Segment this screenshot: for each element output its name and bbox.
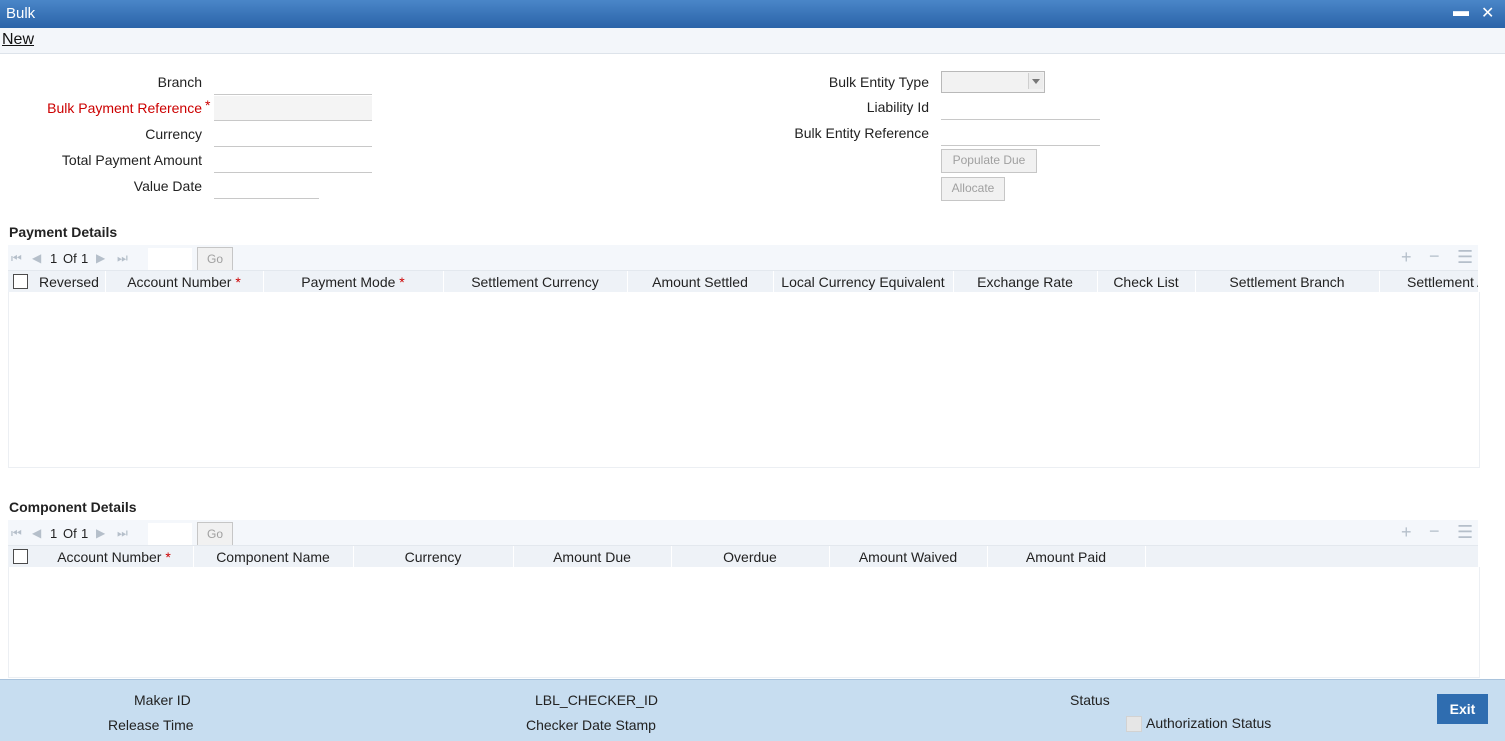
column-account-number[interactable]: Account Number * bbox=[105, 271, 264, 293]
footer-bar: Maker ID Release Time LBL_CHECKER_ID Che… bbox=[0, 679, 1505, 741]
window-titlebar: Bulk ▬ ✕ bbox=[0, 0, 1505, 28]
payment-details-grid bbox=[8, 292, 1480, 468]
pager-total: 1 bbox=[81, 251, 89, 266]
column-settlement-branch[interactable]: Settlement Branch bbox=[1195, 271, 1380, 293]
column-amount-paid[interactable]: Amount Paid bbox=[987, 546, 1146, 568]
bulk-payment-reference-label: Bulk Payment Reference bbox=[47, 100, 202, 116]
status-label: Status bbox=[1070, 692, 1110, 708]
payment-details-title: Payment Details bbox=[9, 224, 118, 240]
required-mark: * bbox=[399, 274, 405, 290]
total-payment-amount-label: Total Payment Amount bbox=[61, 152, 202, 168]
currency-label: Currency bbox=[145, 126, 202, 142]
single-view-icon[interactable]: ☰ bbox=[1457, 247, 1473, 268]
column-account-number-label: Account Number bbox=[57, 549, 162, 565]
minimize-icon[interactable]: ▬ bbox=[1453, 3, 1469, 21]
next-page-icon[interactable]: ▶ bbox=[96, 251, 105, 265]
delete-row-icon[interactable]: − bbox=[1429, 246, 1440, 267]
authorization-status-label: Authorization Status bbox=[1146, 715, 1272, 731]
column-amount-settled[interactable]: Amount Settled bbox=[627, 271, 774, 293]
pager-of: Of bbox=[63, 526, 77, 541]
currency-input[interactable] bbox=[214, 122, 372, 147]
last-page-icon[interactable]: ⏭ bbox=[117, 251, 128, 266]
checker-date-stamp-label: Checker Date Stamp bbox=[526, 717, 656, 733]
column-settlement-account[interactable]: Settlement A bbox=[1379, 271, 1478, 293]
column-settlement-currency[interactable]: Settlement Currency bbox=[443, 271, 628, 293]
required-mark: * bbox=[165, 549, 171, 565]
page-number-input[interactable] bbox=[148, 523, 192, 546]
next-page-icon[interactable]: ▶ bbox=[96, 526, 105, 540]
pager-current: 1 bbox=[50, 526, 58, 541]
first-page-icon[interactable]: ⏮ bbox=[11, 251, 22, 266]
pager-current: 1 bbox=[50, 251, 58, 266]
go-button[interactable]: Go bbox=[197, 247, 233, 271]
new-menu-item[interactable]: New bbox=[2, 31, 34, 49]
column-account-number[interactable]: Account Number * bbox=[35, 546, 194, 568]
payment-details-toolbar: ⏮ ◀ 1 Of 1 ▶ ⏭ Go + − ☰ bbox=[8, 245, 1478, 271]
bulk-entity-type-label: Bulk Entity Type bbox=[828, 74, 929, 90]
maker-id-label: Maker ID bbox=[134, 692, 191, 708]
column-payment-mode-label: Payment Mode bbox=[301, 274, 396, 290]
pager-of: Of bbox=[63, 251, 77, 266]
column-amount-due[interactable]: Amount Due bbox=[513, 546, 672, 568]
add-row-icon[interactable]: + bbox=[1401, 247, 1412, 268]
previous-page-icon[interactable]: ◀ bbox=[32, 526, 41, 540]
populate-due-button[interactable]: Populate Due bbox=[941, 149, 1037, 173]
required-mark: * bbox=[205, 97, 211, 113]
column-amount-waived[interactable]: Amount Waived bbox=[829, 546, 988, 568]
select-all-checkbox[interactable] bbox=[13, 549, 28, 564]
authorization-status-checkbox[interactable] bbox=[1126, 716, 1142, 732]
total-payment-amount-input[interactable] bbox=[214, 148, 372, 173]
column-component-name[interactable]: Component Name bbox=[193, 546, 354, 568]
column-currency[interactable]: Currency bbox=[353, 546, 514, 568]
payment-details-header: Reversed Account Number * Payment Mode *… bbox=[8, 270, 1478, 293]
column-exchange-rate[interactable]: Exchange Rate bbox=[953, 271, 1098, 293]
bulk-entity-reference-label: Bulk Entity Reference bbox=[794, 125, 929, 141]
column-payment-mode[interactable]: Payment Mode * bbox=[263, 271, 444, 293]
column-reversed[interactable]: Reversed bbox=[33, 271, 106, 293]
column-overdue[interactable]: Overdue bbox=[671, 546, 830, 568]
close-icon[interactable]: ✕ bbox=[1481, 3, 1494, 23]
exit-button[interactable]: Exit bbox=[1437, 694, 1488, 724]
first-page-icon[interactable]: ⏮ bbox=[11, 526, 22, 541]
release-time-label: Release Time bbox=[108, 717, 194, 733]
bulk-payment-reference-input[interactable] bbox=[214, 96, 372, 121]
previous-page-icon[interactable]: ◀ bbox=[32, 251, 41, 265]
checker-id-label: LBL_CHECKER_ID bbox=[535, 692, 658, 708]
bulk-entity-reference-input[interactable] bbox=[941, 121, 1100, 146]
component-details-grid bbox=[8, 567, 1480, 678]
liability-id-input[interactable] bbox=[941, 95, 1100, 120]
allocate-button[interactable]: Allocate bbox=[941, 177, 1005, 201]
column-check-list[interactable]: Check List bbox=[1097, 271, 1196, 293]
window-title: Bulk bbox=[6, 5, 36, 22]
value-date-input[interactable] bbox=[214, 174, 319, 199]
add-row-icon[interactable]: + bbox=[1401, 522, 1412, 543]
select-all-checkbox[interactable] bbox=[13, 274, 28, 289]
single-view-icon[interactable]: ☰ bbox=[1457, 522, 1473, 543]
go-button[interactable]: Go bbox=[197, 522, 233, 546]
column-account-number-label: Account Number bbox=[127, 274, 232, 290]
page-number-input[interactable] bbox=[148, 248, 192, 271]
last-page-icon[interactable]: ⏭ bbox=[117, 526, 128, 541]
component-details-header: Account Number * Component Name Currency… bbox=[8, 545, 1478, 568]
component-details-title: Component Details bbox=[9, 499, 137, 515]
bulk-entity-type-select[interactable] bbox=[941, 71, 1045, 93]
required-mark: * bbox=[235, 274, 241, 290]
column-local-currency-equivalent[interactable]: Local Currency Equivalent bbox=[773, 271, 954, 293]
branch-input[interactable] bbox=[214, 70, 372, 95]
delete-row-icon[interactable]: − bbox=[1429, 521, 1440, 542]
chevron-down-icon[interactable] bbox=[1028, 73, 1043, 89]
component-details-toolbar: ⏮ ◀ 1 Of 1 ▶ ⏭ Go + − ☰ bbox=[8, 520, 1478, 546]
branch-label: Branch bbox=[157, 74, 202, 90]
menu-bar: New bbox=[0, 28, 1505, 54]
pager-total: 1 bbox=[81, 526, 89, 541]
value-date-label: Value Date bbox=[133, 178, 202, 194]
liability-id-label: Liability Id bbox=[866, 99, 929, 115]
